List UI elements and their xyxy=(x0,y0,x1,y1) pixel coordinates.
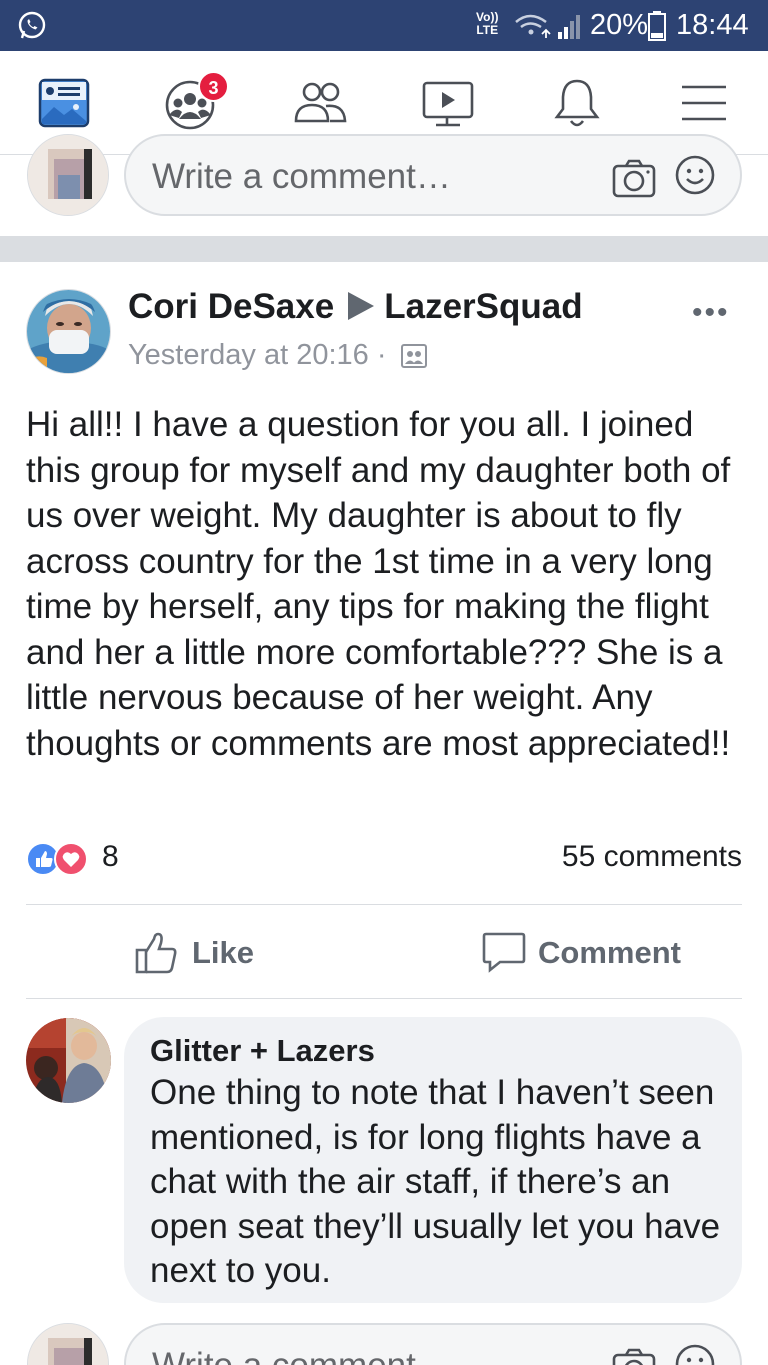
post-timestamp[interactable]: Yesterday at 20:16 · xyxy=(128,339,387,371)
love-reaction-icon xyxy=(54,842,88,876)
signal-wifi-icon xyxy=(515,14,580,39)
group-audience-icon xyxy=(400,344,427,369)
whatsapp-icon xyxy=(18,11,46,39)
commenter-name[interactable]: Glitter + Lazers xyxy=(150,1033,375,1069)
groups-notification-badge: 3 xyxy=(198,71,229,102)
comment-input[interactable]: Write a comment… xyxy=(124,1323,742,1365)
user-avatar xyxy=(27,1323,109,1365)
like-label: Like xyxy=(192,935,255,970)
comment-placeholder: Write a comment… xyxy=(152,157,451,196)
post-body: Hi all!! I have a question for you all. … xyxy=(26,405,731,763)
more-options-icon[interactable]: ••• xyxy=(692,296,730,330)
author-name[interactable]: Cori DeSaxe xyxy=(128,287,334,326)
volte-indicator: Vo)) LTE xyxy=(476,10,499,37)
notifications-icon[interactable] xyxy=(549,75,605,131)
author-avatar[interactable] xyxy=(26,289,111,374)
divider xyxy=(26,904,742,905)
comment-label: Comment xyxy=(538,935,681,970)
camera-icon[interactable] xyxy=(612,1347,656,1365)
status-bar: Vo)) LTE 20% 18:44 xyxy=(0,0,768,51)
camera-icon[interactable] xyxy=(612,158,656,198)
emoji-icon[interactable] xyxy=(674,154,716,196)
group-name[interactable]: LazerSquad xyxy=(384,287,582,326)
like-button[interactable]: Like xyxy=(134,930,274,976)
post-author-line: Cori DeSaxe LazerSquad xyxy=(128,287,583,327)
battery-percent: 20% xyxy=(590,9,649,41)
watch-icon[interactable] xyxy=(420,75,476,131)
comment-placeholder: Write a comment… xyxy=(152,1346,451,1365)
comment-icon xyxy=(482,932,526,973)
shared-to-arrow-icon xyxy=(348,291,375,320)
reaction-count: 8 xyxy=(102,840,119,873)
comment-composer-top: Write a comment… xyxy=(0,134,768,216)
comment-input[interactable]: Write a comment… xyxy=(124,134,742,216)
news-feed-icon[interactable] xyxy=(36,75,92,131)
emoji-icon[interactable] xyxy=(674,1343,716,1365)
comment-text: One thing to note that I haven’t seen me… xyxy=(150,1073,721,1290)
menu-icon[interactable] xyxy=(676,75,732,131)
friends-icon[interactable] xyxy=(292,75,348,131)
clock: 18:44 xyxy=(676,9,749,41)
feed-divider xyxy=(0,236,768,262)
divider xyxy=(26,998,742,999)
commenter-avatar[interactable] xyxy=(26,1018,111,1103)
comment-bubble: Glitter + Lazers One thing to note that … xyxy=(124,1017,742,1303)
comment-button[interactable]: Comment xyxy=(482,930,682,976)
user-avatar xyxy=(27,134,109,216)
post-meta: Yesterday at 20:16 · xyxy=(128,339,427,372)
battery-icon xyxy=(648,11,666,41)
like-icon xyxy=(135,932,177,974)
comments-count[interactable]: 55 comments xyxy=(562,840,742,874)
comment-composer-bottom: Write a comment… xyxy=(0,1323,768,1365)
